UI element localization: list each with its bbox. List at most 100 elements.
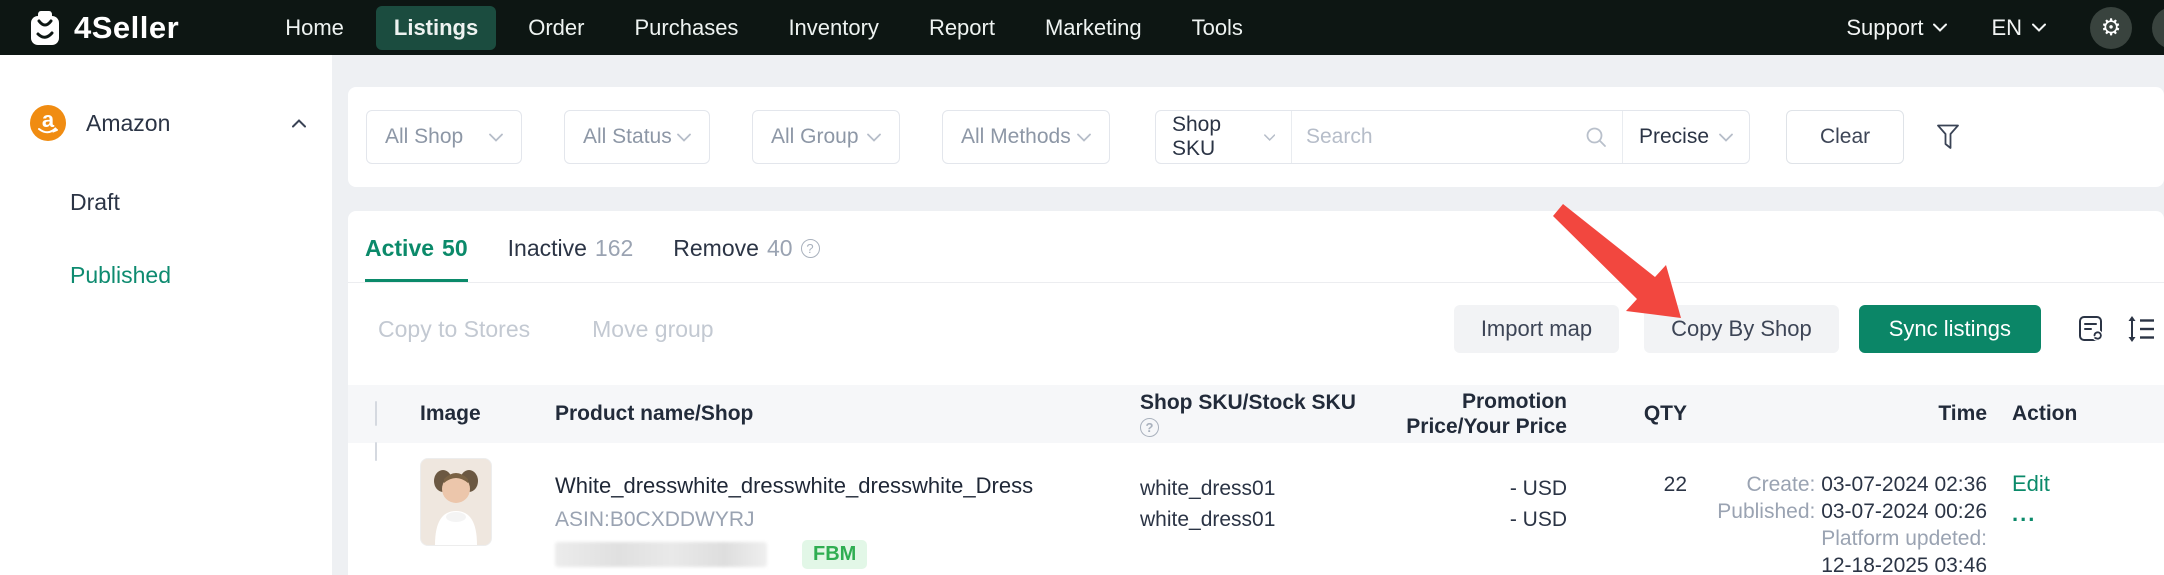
shop-name-redacted <box>555 542 767 567</box>
import-map-button[interactable]: Import map <box>1454 305 1619 353</box>
product-name[interactable]: White_dresswhite_dresswhite_dresswhite_D… <box>555 473 1140 499</box>
marketplace-label: Amazon <box>86 110 292 137</box>
sidebar-marketplace-amazon[interactable]: a Amazon <box>0 103 332 143</box>
search-icon <box>1584 125 1608 149</box>
status-filter-value: All Status <box>583 125 672 149</box>
match-mode-select[interactable]: Precise <box>1622 111 1749 163</box>
top-navigation: 4Seller Home Listings Order Purchases In… <box>0 0 2164 55</box>
brand-name: 4Seller <box>74 10 179 46</box>
status-tabs: Active 50 Inactive 162 Remove 40 ? <box>348 211 2164 283</box>
row-checkbox[interactable] <box>375 442 377 461</box>
shop-filter-select[interactable]: All Shop <box>366 110 522 164</box>
tab-remove-label: Remove <box>673 235 759 262</box>
chevron-down-icon <box>489 133 503 142</box>
match-mode-value: Precise <box>1639 125 1709 149</box>
move-group-button-disabled[interactable]: Move group <box>592 316 713 343</box>
group-filter-value: All Group <box>771 125 859 149</box>
main-menu: Home Listings Order Purchases Inventory … <box>267 6 1261 50</box>
platform-updated-label: Platform updeted: <box>1697 525 1987 552</box>
nav-item-tools[interactable]: Tools <box>1174 6 1261 50</box>
search-field-select[interactable]: Shop SKU <box>1156 111 1292 163</box>
sidebar: a Amazon Draft Published <box>0 55 332 575</box>
clear-button[interactable]: Clear <box>1786 110 1904 164</box>
brand-logo[interactable]: 4Seller <box>28 10 179 46</box>
chevron-down-icon <box>1077 133 1091 142</box>
published-time: Published: 03-07-2024 00:26 <box>1697 498 1987 525</box>
chevron-up-icon <box>292 119 306 128</box>
product-image[interactable] <box>420 458 492 546</box>
header-image: Image <box>420 402 555 426</box>
copy-by-shop-button[interactable]: Copy By Shop <box>1644 305 1839 353</box>
your-price: - USD <box>1365 504 1567 535</box>
nav-item-listings[interactable]: Listings <box>376 6 496 50</box>
tab-remove-count: 40 <box>767 235 793 262</box>
remove-help-icon[interactable]: ? <box>801 239 820 258</box>
header-sku-label: Shop SKU/Stock SKU <box>1140 391 1365 414</box>
select-all-checkbox[interactable] <box>375 401 377 426</box>
nav-item-purchases[interactable]: Purchases <box>616 6 756 50</box>
nav-item-order[interactable]: Order <box>510 6 602 50</box>
published-label: Published: <box>1717 500 1815 523</box>
tab-active[interactable]: Active 50 <box>365 235 468 282</box>
amazon-smile-icon <box>30 105 66 141</box>
group-filter-select[interactable]: All Group <box>752 110 900 164</box>
time-cell: Create: 03-07-2024 02:36 Published: 03-0… <box>1697 443 1987 575</box>
support-dropdown[interactable]: Support <box>1846 15 1947 41</box>
nav-item-marketing[interactable]: Marketing <box>1027 6 1160 50</box>
copy-to-stores-button-disabled[interactable]: Copy to Stores <box>378 316 530 343</box>
tab-remove[interactable]: Remove 40 ? <box>673 235 819 282</box>
edit-link[interactable]: Edit <box>2012 471 2164 497</box>
search-box <box>1292 111 1622 163</box>
search-input[interactable] <box>1306 125 1584 149</box>
nav-item-home[interactable]: Home <box>267 6 362 50</box>
export-sync-icon[interactable] <box>2076 314 2106 344</box>
filter-bar: All Shop All Status All Group All Method… <box>348 87 2164 187</box>
product-photo-placeholder <box>421 459 491 545</box>
header-price: Promotion Price/Your Price <box>1365 389 1567 439</box>
published-value: 03-07-2024 00:26 <box>1821 500 1987 523</box>
nav-item-report[interactable]: Report <box>911 6 1013 50</box>
sync-listings-button[interactable]: Sync listings <box>1859 305 2041 353</box>
filter-funnel-icon[interactable] <box>1936 124 1960 150</box>
qty-value: 22 <box>1567 443 1697 497</box>
platform-updated-value: 12-18-2025 03:46 <box>1697 552 1987 575</box>
sidebar-item-published[interactable]: Published <box>0 262 332 289</box>
listings-panel: Active 50 Inactive 162 Remove 40 ? Copy … <box>348 211 2164 575</box>
tab-inactive-count: 162 <box>595 235 633 262</box>
language-dropdown[interactable]: EN <box>1991 15 2046 41</box>
methods-filter-value: All Methods <box>961 125 1071 149</box>
tab-active-label: Active <box>365 235 434 262</box>
methods-filter-select[interactable]: All Methods <box>942 110 1110 164</box>
chevron-down-icon <box>867 133 881 142</box>
chevron-down-icon <box>1719 133 1733 142</box>
row-height-settings-icon[interactable] <box>2126 314 2156 344</box>
account-button-partial[interactable] <box>2152 7 2164 49</box>
search-field-value: Shop SKU <box>1172 113 1252 161</box>
amazon-icon: a <box>30 105 66 141</box>
fulfillment-badge: FBM <box>802 540 867 569</box>
chevron-down-icon <box>1933 23 1947 32</box>
tab-inactive[interactable]: Inactive 162 <box>508 235 634 282</box>
table-toolbar: Copy to Stores Move group Import map Cop… <box>348 305 2164 353</box>
create-label: Create: <box>1746 473 1815 496</box>
create-time: Create: 03-07-2024 02:36 <box>1697 471 1987 498</box>
product-asin: ASIN:B0CXDDWYRJ <box>555 508 1140 532</box>
sku-help-icon[interactable]: ? <box>1140 418 1159 437</box>
header-action: Action <box>1987 402 2164 426</box>
table-header: Image Product name/Shop Shop SKU/Stock S… <box>348 385 2164 443</box>
more-actions-button[interactable]: ... <box>2012 501 2164 527</box>
sidebar-item-draft[interactable]: Draft <box>0 189 332 216</box>
chevron-down-icon <box>677 133 691 142</box>
tab-inactive-label: Inactive <box>508 235 587 262</box>
tab-active-count: 50 <box>442 235 468 262</box>
header-sku: Shop SKU/Stock SKU ? <box>1140 391 1365 437</box>
nav-item-inventory[interactable]: Inventory <box>770 6 897 50</box>
status-filter-select[interactable]: All Status <box>564 110 710 164</box>
settings-button[interactable]: ⚙ <box>2090 7 2132 49</box>
header-product: Product name/Shop <box>555 402 1140 426</box>
product-meta: FBM <box>555 540 1140 569</box>
shop-sku: white_dress01 <box>1140 473 1365 504</box>
language-label: EN <box>1991 15 2022 41</box>
shop-filter-value: All Shop <box>385 125 463 149</box>
header-time: Time <box>1697 402 1987 426</box>
